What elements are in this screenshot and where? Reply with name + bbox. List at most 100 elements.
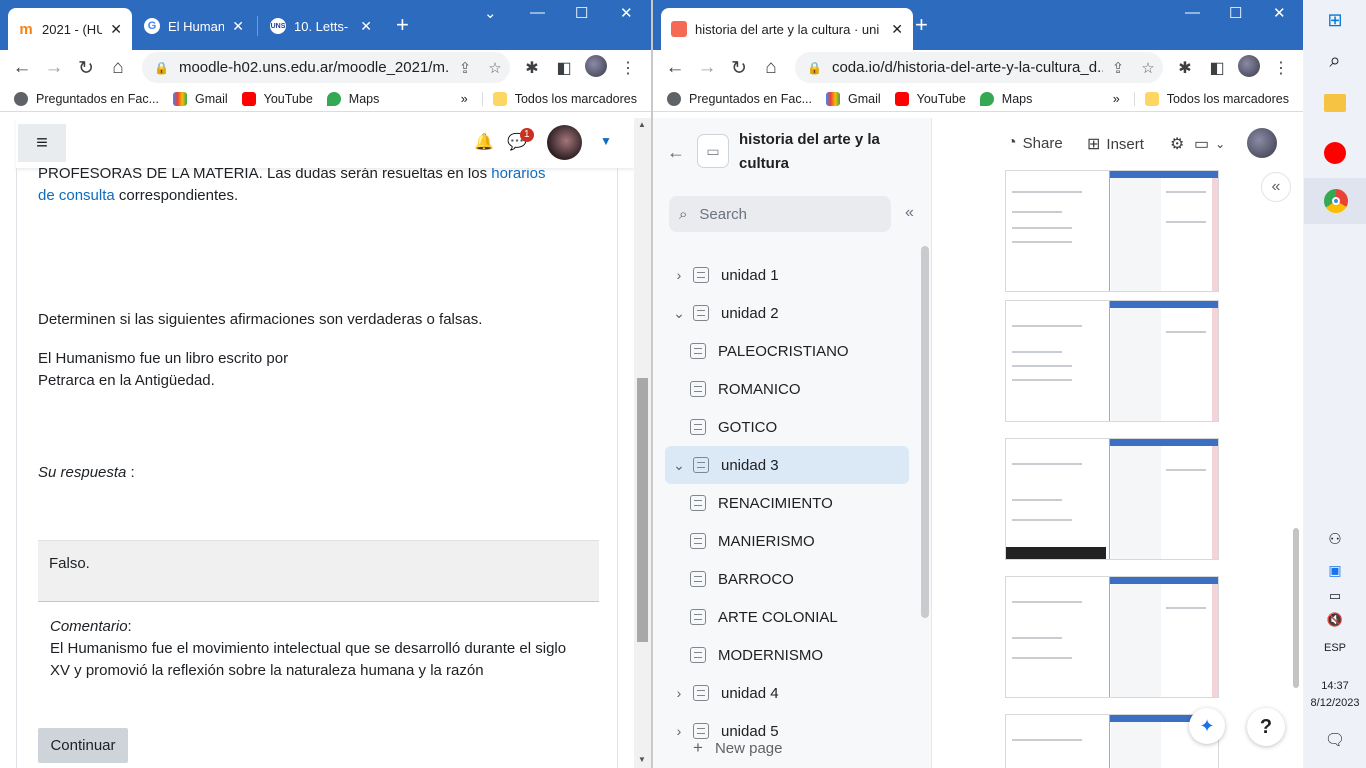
page-item[interactable]: › unidad 4 (665, 674, 909, 712)
bookmark-gmail[interactable]: Gmail (826, 91, 881, 106)
notification-bell-icon[interactable]: 🔔 (474, 132, 494, 152)
new-page-button[interactable]: + New page (693, 738, 782, 758)
side-panel-icon[interactable]: ◧ (1201, 58, 1233, 78)
insert-button[interactable]: ⊞ Insert (1087, 134, 1144, 154)
clock-date[interactable]: 8/12/2023 (1304, 697, 1366, 709)
page-item[interactable]: MODERNISMO (665, 636, 909, 674)
menu-icon[interactable]: ⋮ (1265, 58, 1297, 78)
minimize-icon[interactable]: — (530, 4, 545, 21)
people-icon[interactable]: ⚇ (1304, 530, 1366, 548)
close-window-icon[interactable]: ✕ (620, 4, 633, 22)
collapse-sidebar-icon[interactable]: « (905, 204, 914, 222)
home-icon[interactable]: ⌂ (102, 57, 134, 79)
menu-toggle-button[interactable]: ≡ (18, 124, 66, 162)
file-explorer-icon[interactable] (1304, 94, 1366, 117)
chevron-right-icon[interactable]: › (665, 723, 693, 739)
page-item[interactable]: MANIERISMO (665, 522, 909, 560)
screenshot-thumbnail[interactable] (1005, 438, 1219, 560)
bookmark-preguntados[interactable]: Preguntados en Fac... (14, 91, 159, 106)
close-tab-icon[interactable]: ✕ (232, 18, 244, 35)
chevron-right-icon[interactable]: › (665, 685, 693, 701)
new-tab-icon[interactable]: + (915, 12, 928, 38)
page-item[interactable]: RENACIMIENTO (665, 484, 909, 522)
page-item[interactable]: › unidad 1 (665, 256, 909, 294)
tab-search-icon[interactable]: ⌄ (484, 4, 497, 22)
extensions-icon[interactable]: ✱ (1169, 58, 1201, 78)
tab-google[interactable]: G El Humani ✕ (134, 8, 254, 44)
canvas-scrollbar[interactable] (1293, 528, 1299, 688)
chrome-taskbar-item[interactable] (1304, 178, 1366, 224)
bookmark-star-icon[interactable]: ☆ (480, 59, 510, 77)
page-item[interactable]: ROMANICO (665, 370, 909, 408)
page-item[interactable]: ⌄ unidad 2 (665, 294, 909, 332)
forward-icon[interactable]: → (691, 57, 723, 79)
windows-start-icon[interactable]: ⊞ (1304, 10, 1366, 31)
bookmarks-more-icon[interactable]: » (1113, 92, 1120, 106)
youtube-music-icon[interactable] (1304, 142, 1366, 169)
screenshot-thumbnail[interactable] (1005, 170, 1219, 292)
tab-coda[interactable]: historia del arte y la cultura · uni ✕ (661, 8, 913, 50)
bookmark-preguntados[interactable]: Preguntados en Fac... (667, 91, 812, 106)
new-tab-icon[interactable]: + (396, 12, 409, 38)
reload-icon[interactable]: ↻ (70, 57, 102, 80)
bookmark-gmail[interactable]: Gmail (173, 91, 228, 106)
back-arrow-icon[interactable]: ← (667, 142, 685, 163)
bookmark-youtube[interactable]: YouTube (241, 91, 313, 106)
comments-icon[interactable]: ▭ ⌄ (1194, 134, 1225, 154)
side-panel-icon[interactable]: ◧ (548, 58, 580, 78)
page-item[interactable]: ⌄ unidad 3 (665, 446, 909, 484)
clock-time[interactable]: 14:37 (1304, 680, 1366, 692)
settings-gear-icon[interactable]: ⚙ (1170, 134, 1190, 154)
page-item[interactable]: BARROCO (665, 560, 909, 598)
notifications-icon[interactable]: 🗨 (1304, 730, 1366, 750)
share-icon[interactable]: ⇪ (450, 59, 480, 77)
close-tab-icon[interactable]: ✕ (891, 21, 903, 38)
menu-icon[interactable]: ⋮ (612, 58, 644, 78)
tab-uns[interactable]: UNS 10. Letts- P ✕ (260, 8, 382, 44)
all-bookmarks[interactable]: Todos los marcadores (1133, 91, 1289, 106)
back-icon[interactable]: ← (659, 57, 691, 79)
bookmark-maps[interactable]: Maps (979, 91, 1032, 106)
ai-sparkle-icon[interactable]: ✦ (1189, 708, 1225, 744)
maximize-icon[interactable]: ☐ (1229, 4, 1242, 22)
screenshot-thumbnail[interactable] (1005, 714, 1219, 768)
scroll-down-icon[interactable]: ▼ (638, 755, 646, 764)
page-item[interactable]: ARTE COLONIAL (665, 598, 909, 636)
scrollbar-thumb[interactable] (637, 378, 648, 642)
tray-app-icon[interactable]: ▣ (1304, 562, 1366, 579)
user-menu-caret-icon[interactable]: ▼ (600, 134, 612, 148)
extensions-icon[interactable]: ✱ (516, 58, 548, 78)
bookmark-youtube[interactable]: YouTube (894, 91, 966, 106)
tab-moodle[interactable]: m 2021 - (HU ✕ (8, 8, 132, 50)
address-bar[interactable]: 🔒 moodle-h02.uns.edu.ar/moodle_2021/m...… (142, 52, 510, 83)
chevron-right-icon[interactable]: › (665, 267, 693, 283)
chevron-down-icon[interactable]: ⌄ (665, 457, 693, 474)
bookmark-star-icon[interactable]: ☆ (1133, 59, 1163, 77)
help-button[interactable]: ? (1247, 708, 1285, 746)
page-item[interactable]: GOTICO (665, 408, 909, 446)
screenshot-thumbnail[interactable] (1005, 300, 1219, 422)
sidebar-scrollbar[interactable] (921, 246, 929, 618)
volume-muted-icon[interactable]: 🔇 (1304, 612, 1366, 628)
battery-icon[interactable]: ▭ (1304, 588, 1366, 604)
scroll-up-icon[interactable]: ▲ (638, 120, 646, 129)
close-window-icon[interactable]: ✕ (1273, 4, 1286, 22)
share-icon[interactable]: ⇪ (1103, 59, 1133, 77)
maximize-icon[interactable]: ☐ (575, 4, 588, 22)
profile-avatar[interactable] (1233, 54, 1265, 82)
search-input[interactable]: ⌕ Search (669, 196, 891, 232)
continue-button[interactable]: Continuar (38, 728, 128, 763)
forward-icon[interactable]: → (38, 57, 70, 79)
close-tab-icon[interactable]: ✕ (110, 21, 122, 38)
all-bookmarks[interactable]: Todos los marcadores (481, 91, 637, 106)
page-item[interactable]: PALEOCRISTIANO (665, 332, 909, 370)
chevron-down-icon[interactable]: ⌄ (665, 305, 693, 322)
back-icon[interactable]: ← (6, 57, 38, 79)
address-bar[interactable]: 🔒 coda.io/d/historia-del-arte-y-la-cultu… (795, 52, 1163, 83)
language-indicator[interactable]: ESP (1304, 642, 1366, 654)
bookmark-maps[interactable]: Maps (326, 91, 379, 106)
profile-avatar[interactable] (580, 54, 612, 82)
share-button[interactable]: ◔ Share (1007, 134, 1063, 152)
minimize-icon[interactable]: — (1185, 4, 1200, 21)
screenshot-thumbnail[interactable] (1005, 576, 1219, 698)
